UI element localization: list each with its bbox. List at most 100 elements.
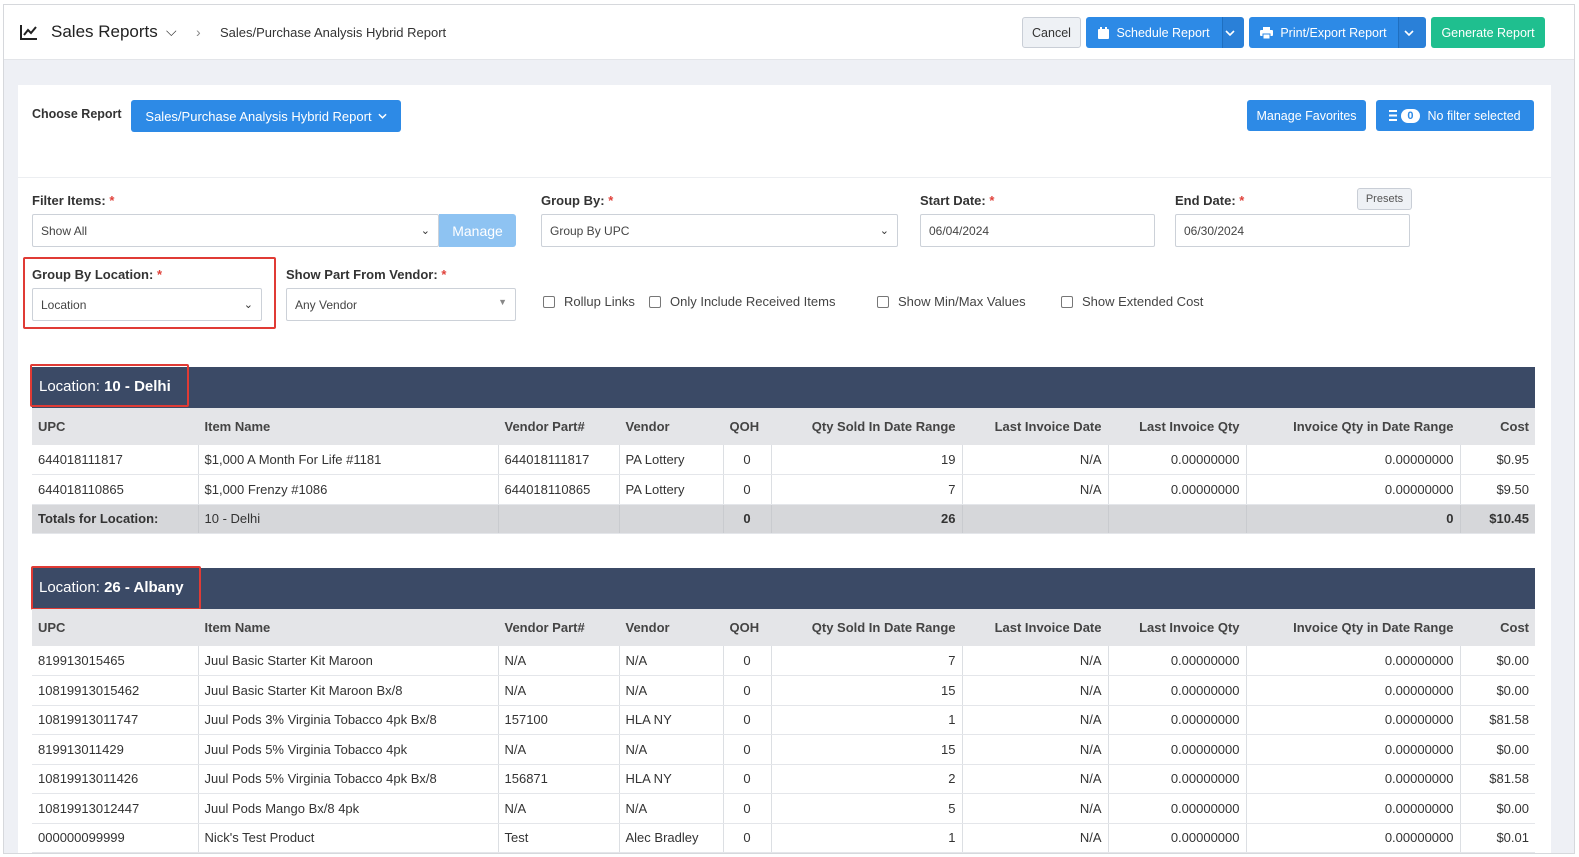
group-location-value: Location	[41, 297, 87, 312]
group-by-select[interactable]: Group By UPC ⌄	[541, 214, 898, 247]
group-location-label: Group By Location: *	[32, 267, 162, 282]
start-date-input[interactable]: 06/04/2024	[920, 214, 1155, 247]
cell-last-invoice-date: N/A	[962, 705, 1109, 735]
schedule-report-button[interactable]: Schedule Report	[1086, 17, 1222, 48]
col-cost[interactable]: Cost	[1460, 609, 1535, 646]
calendar-icon	[1098, 26, 1110, 39]
col-vendor[interactable]: Vendor	[619, 609, 724, 646]
totals-invoice-qty: 0	[1246, 504, 1461, 534]
totals-label: Totals for Location:	[32, 504, 199, 534]
cell-qoh: 0	[723, 764, 772, 794]
col-qty-sold[interactable]: Qty Sold In Date Range	[771, 609, 963, 646]
col-qoh[interactable]: QOH	[723, 609, 772, 646]
cell-qoh: 0	[723, 474, 772, 505]
table-header: UPC Item Name Vendor Part# Vendor QOH Qt…	[32, 609, 1535, 646]
col-last-invoice-qty[interactable]: Last Invoice Qty	[1108, 609, 1247, 646]
location-header-albany: Location: 26 - Albany	[32, 568, 1535, 609]
col-last-invoice-date[interactable]: Last Invoice Date	[962, 609, 1109, 646]
page-title[interactable]: Sales Reports	[51, 22, 158, 42]
filter-items-select[interactable]: Show All ⌄	[32, 214, 439, 247]
col-upc[interactable]: UPC	[32, 408, 199, 445]
col-qty-sold[interactable]: Qty Sold In Date Range	[771, 408, 963, 445]
col-qoh[interactable]: QOH	[723, 408, 772, 445]
presets-button[interactable]: Presets	[1357, 188, 1412, 210]
presets-label: Presets	[1365, 193, 1404, 205]
col-vendor-part[interactable]: Vendor Part#	[498, 408, 620, 445]
received-items-checkbox[interactable]: Only Include Received Items	[649, 294, 835, 309]
group-location-select[interactable]: Location ⌄	[32, 288, 262, 321]
cell-last-invoice-date: N/A	[962, 474, 1109, 505]
required-mark: *	[608, 193, 614, 208]
print-export-button[interactable]: Print/Export Report	[1249, 17, 1398, 48]
end-date-input[interactable]: 06/30/2024	[1175, 214, 1410, 247]
cell-invoice-qty-range: 0.00000000	[1246, 823, 1461, 853]
cell-last-invoice-date: N/A	[962, 646, 1109, 676]
table-header: UPC Item Name Vendor Part# Vendor QOH Qt…	[32, 408, 1535, 445]
cell-cost: $9.50	[1460, 474, 1535, 505]
cell-qoh: 0	[723, 675, 772, 706]
cell-cost: $0.95	[1460, 445, 1535, 475]
schedule-label: Schedule Report	[1116, 25, 1210, 40]
chevron-down-icon: ⌄	[420, 225, 430, 237]
extended-cost-checkbox[interactable]: Show Extended Cost	[1061, 294, 1203, 309]
schedule-dropdown-button[interactable]	[1222, 17, 1244, 48]
cell-vendor: HLA NY	[619, 764, 724, 794]
cell-vendor: N/A	[619, 646, 724, 676]
highlight-box	[31, 566, 201, 610]
manage-button[interactable]: Manage	[439, 214, 516, 247]
filter-status-button[interactable]: 0 No filter selected	[1376, 100, 1534, 131]
start-date-label: Start Date: *	[920, 193, 994, 208]
col-vendor-part[interactable]: Vendor Part#	[498, 609, 620, 646]
cell-invoice-qty-range: 0.00000000	[1246, 734, 1461, 765]
filter-status-label: No filter selected	[1427, 108, 1521, 123]
col-cost[interactable]: Cost	[1460, 408, 1535, 445]
totals-empty	[619, 504, 724, 534]
cell-qty-sold: 2	[771, 764, 963, 794]
checkbox-label: Rollup Links	[564, 294, 635, 309]
report-select-button[interactable]: Sales/Purchase Analysis Hybrid Report	[131, 100, 401, 132]
group-by-value: Group By UPC	[550, 223, 630, 238]
min-max-checkbox[interactable]: Show Min/Max Values	[877, 294, 1026, 309]
col-last-invoice-date[interactable]: Last Invoice Date	[962, 408, 1109, 445]
cell-vendor-part: N/A	[498, 646, 620, 676]
cell-upc: 644018111817	[32, 445, 199, 475]
cell-vendor: PA Lottery	[619, 445, 724, 475]
cell-vendor: N/A	[619, 793, 724, 824]
cell-qoh: 0	[723, 734, 772, 765]
report-select-label: Sales/Purchase Analysis Hybrid Report	[145, 108, 372, 124]
cell-upc: 819913015465	[32, 646, 199, 676]
cell-item-name: Juul Basic Starter Kit Maroon	[198, 646, 499, 676]
col-last-invoice-qty[interactable]: Last Invoice Qty	[1108, 408, 1247, 445]
cancel-button[interactable]: Cancel	[1022, 17, 1081, 48]
vendor-select[interactable]: Any Vendor ▼	[286, 288, 516, 321]
col-invoice-qty-range[interactable]: Invoice Qty in Date Range	[1246, 609, 1461, 646]
totals-cost: $10.45	[1460, 504, 1535, 534]
cell-upc: 000000099999	[32, 823, 199, 853]
cell-vendor: HLA NY	[619, 705, 724, 735]
col-item-name[interactable]: Item Name	[198, 408, 499, 445]
chevron-down-icon[interactable]: ⌵	[166, 23, 177, 40]
cell-upc: 819913011429	[32, 734, 199, 765]
col-item-name[interactable]: Item Name	[198, 609, 499, 646]
cell-qty-sold: 7	[771, 646, 963, 676]
caret-down-icon: ▼	[498, 297, 507, 307]
rollup-links-checkbox[interactable]: Rollup Links	[543, 294, 635, 309]
cell-cost: $0.00	[1460, 675, 1535, 706]
cell-qty-sold: 19	[771, 445, 963, 475]
col-vendor[interactable]: Vendor	[619, 408, 724, 445]
cell-qty-sold: 15	[771, 675, 963, 706]
cell-last-invoice-qty: 0.00000000	[1108, 823, 1247, 853]
cell-upc: 644018110865	[32, 474, 199, 505]
cell-qty-sold: 1	[771, 705, 963, 735]
generate-report-button[interactable]: Generate Report	[1431, 17, 1545, 48]
required-mark: *	[156, 267, 163, 282]
cell-qoh: 0	[723, 445, 772, 475]
cell-last-invoice-qty: 0.00000000	[1108, 764, 1247, 794]
cancel-label: Cancel	[1032, 25, 1071, 40]
col-upc[interactable]: UPC	[32, 609, 199, 646]
manage-favorites-button[interactable]: Manage Favorites	[1247, 100, 1366, 131]
col-invoice-qty-range[interactable]: Invoice Qty in Date Range	[1246, 408, 1461, 445]
cell-vendor: N/A	[619, 675, 724, 706]
print-dropdown-button[interactable]	[1398, 17, 1426, 48]
checkbox-icon	[649, 295, 661, 308]
